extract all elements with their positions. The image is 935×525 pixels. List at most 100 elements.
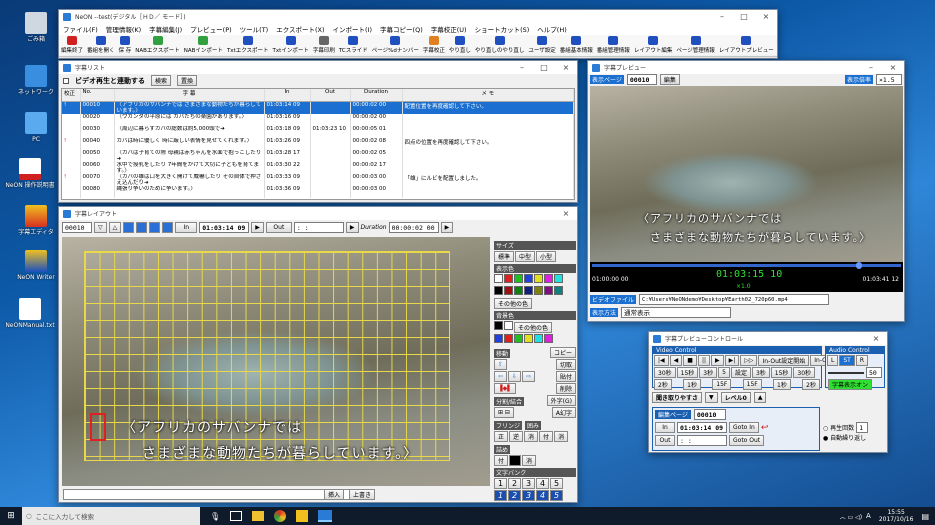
rewind-icon[interactable]: |◀ — [654, 355, 669, 366]
neon-active-icon[interactable] — [318, 510, 333, 522]
size-small-button[interactable]: 小型 — [536, 251, 557, 262]
step-button[interactable]: 2秒 — [802, 379, 820, 390]
seek-bar[interactable] — [592, 264, 901, 267]
control-in-timecode[interactable]: 01:03:14 09 — [677, 422, 727, 433]
subtitle-text-input[interactable] — [63, 489, 353, 500]
page-dropdown-icon[interactable]: ▽ — [94, 221, 107, 233]
layout-subtitle-line-2[interactable]: さまざまな動物たちが暮らしています。〉 — [142, 443, 418, 463]
bg-other-color-button[interactable]: その他の色 — [514, 322, 553, 333]
repeat-count-field[interactable]: 1 — [856, 422, 869, 433]
color-swatch[interactable] — [494, 286, 503, 295]
explorer-icon[interactable] — [252, 511, 265, 521]
table-row[interactable]: 00060 水中で授乳をしたり 7年間をかけて大切に子どもを育てます。〉 01:03… — [62, 161, 574, 174]
page-number-field[interactable]: 00010 — [62, 221, 92, 233]
bg-swatch[interactable] — [524, 334, 533, 343]
color-swatch[interactable] — [524, 274, 533, 283]
toolbar-button[interactable]: NABインポート — [184, 36, 223, 54]
clock[interactable]: 15:55 2017/10/16 — [879, 509, 914, 523]
table-row[interactable]: ! 00070 〈カバの雄は口を大きく開けて威嚇したり その自体で押さえ込んだり➜ 0… — [62, 173, 574, 186]
close-icon[interactable]: × — [555, 61, 577, 74]
close-icon[interactable]: × — [882, 61, 904, 74]
desktop-icon-network[interactable]: ネットワーク — [8, 65, 64, 97]
in-step-icon[interactable]: ▶ — [251, 221, 264, 233]
fringe-reverse-button[interactable]: 逆 — [509, 431, 524, 442]
bg-swatch[interactable] — [504, 321, 513, 330]
layout-icon-1[interactable] — [123, 221, 135, 233]
toolbar-button[interactable]: レイアウト編集 — [634, 36, 672, 54]
color-swatch[interactable] — [514, 274, 523, 283]
table-row[interactable]: 00030 〈周辺に暮らすカバの総数は約5,000頭で➜ 01:03:18 09 01… — [62, 125, 574, 138]
control-in-button[interactable]: In — [655, 422, 675, 433]
copy-button[interactable]: コピー — [549, 347, 576, 358]
layout-icon-2[interactable] — [136, 221, 148, 233]
desktop-icon-manual-pdf[interactable]: NeON 操作説明書 — [2, 158, 58, 190]
desktop-icon-writer[interactable]: NeON Writer — [8, 250, 64, 282]
toolbar-button[interactable]: TCスライド — [339, 36, 368, 54]
toolbar-button[interactable]: 番組基本情報 — [560, 36, 593, 54]
layout-subtitle-line-1[interactable]: 〈アフリカのサバンナでは — [122, 417, 302, 437]
bg-swatch[interactable] — [494, 321, 503, 330]
bg-swatch[interactable] — [514, 334, 523, 343]
toolbar-button[interactable]: 番組管理情報 — [597, 36, 630, 54]
duration-play-icon[interactable]: ▶ — [440, 221, 454, 233]
table-row[interactable]: 00020 〈ウガンダの平原には カバたちの楽園があります。〉 01:03:16 0… — [62, 113, 574, 126]
col-header[interactable]: Duration — [350, 89, 403, 102]
menu-item[interactable]: インポート(I) — [333, 24, 373, 34]
ext-char-button[interactable]: 外字(G) — [546, 395, 576, 406]
toolbar-button[interactable]: Txtエクスポート — [227, 36, 269, 54]
char-bank-button[interactable]: 3 — [522, 478, 535, 489]
in-button[interactable]: In — [175, 221, 198, 233]
table-row[interactable]: 00080 縄張り争いのために争います。〉 01:03:36 09 00:00:03 … — [62, 185, 574, 198]
char-bank-button[interactable]: 5 — [550, 490, 563, 501]
size-medium-button[interactable]: 中型 — [515, 251, 536, 262]
jump-button[interactable]: 3秒 — [751, 367, 770, 378]
minimize-icon[interactable]: – — [860, 61, 882, 74]
toolbar-button[interactable]: やり直しのやり直し — [475, 36, 524, 54]
frame-off-button[interactable]: 消 — [554, 431, 569, 442]
overwrite-button[interactable]: 上書き — [349, 489, 376, 500]
replace-button[interactable]: 置換 — [177, 75, 198, 86]
fast-forward-icon[interactable]: ▷▷ — [740, 355, 758, 366]
preview-video[interactable]: 〈アフリカのサバンナでは さまざまな動物たちが暮らしています。〉 — [590, 86, 903, 262]
arrow-up-icon[interactable]: ⇧ — [494, 359, 508, 370]
char-bank-button[interactable]: 2 — [508, 478, 521, 489]
layout-icon-4[interactable] — [162, 221, 174, 233]
toolbar-button[interactable]: やり直し — [449, 36, 471, 54]
goto-out-button[interactable]: Goto Out — [729, 435, 765, 446]
taskbar-search[interactable]: ○ ここに入力して検索 — [22, 507, 200, 525]
out-button[interactable]: Out — [265, 221, 292, 233]
col-header[interactable]: Out — [310, 89, 351, 102]
layout-icon-3[interactable] — [149, 221, 161, 233]
toolbar-button[interactable]: レイアウトプレビュー — [719, 36, 774, 54]
jump-button[interactable]: 設定 — [730, 367, 751, 378]
preview-edit-button[interactable]: 編集 — [659, 74, 680, 85]
subtitle-toggle-button[interactable]: 字幕表示オン — [828, 379, 873, 390]
seek-thumb[interactable] — [856, 262, 862, 269]
toolbar-button[interactable]: 字幕印刷 — [313, 36, 335, 54]
menu-item[interactable]: エクスポート(X) — [276, 24, 324, 34]
char-bank-button[interactable]: 3 — [522, 490, 535, 501]
menu-item[interactable]: 字幕コピー(Q) — [380, 24, 423, 34]
close-icon[interactable]: × — [755, 10, 777, 23]
desktop-icon-editor[interactable]: 字幕エディタ — [8, 205, 64, 237]
color-swatch[interactable] — [504, 286, 513, 295]
ime-indicator[interactable]: A — [866, 512, 871, 520]
desktop-icon-pc[interactable]: PC — [8, 112, 64, 144]
jump-button[interactable]: 5 — [718, 367, 730, 378]
frame-on-button[interactable]: 付 — [539, 431, 554, 442]
char-bank-button[interactable]: 1 — [494, 478, 507, 489]
step-button[interactable]: 2秒 — [654, 379, 672, 390]
toolbar-button[interactable]: 保 存 — [119, 36, 131, 54]
jump-button[interactable]: 3秒 — [699, 367, 718, 378]
notification-icon[interactable]: ▤ — [921, 512, 929, 521]
fringe-normal-button[interactable]: 正 — [494, 431, 509, 442]
audio-right-button[interactable]: R — [855, 355, 868, 366]
menu-item[interactable]: プレビュー(P) — [190, 24, 232, 34]
step-button[interactable]: 1秒 — [683, 379, 701, 390]
col-header[interactable]: No. — [80, 89, 115, 102]
task-view-icon[interactable] — [230, 511, 243, 521]
neon-taskbar-icon[interactable] — [296, 510, 309, 522]
menu-item[interactable]: ツール(T) — [240, 24, 269, 34]
bg-swatch[interactable] — [494, 334, 503, 343]
tsume-on-button[interactable]: 付 — [494, 455, 509, 466]
